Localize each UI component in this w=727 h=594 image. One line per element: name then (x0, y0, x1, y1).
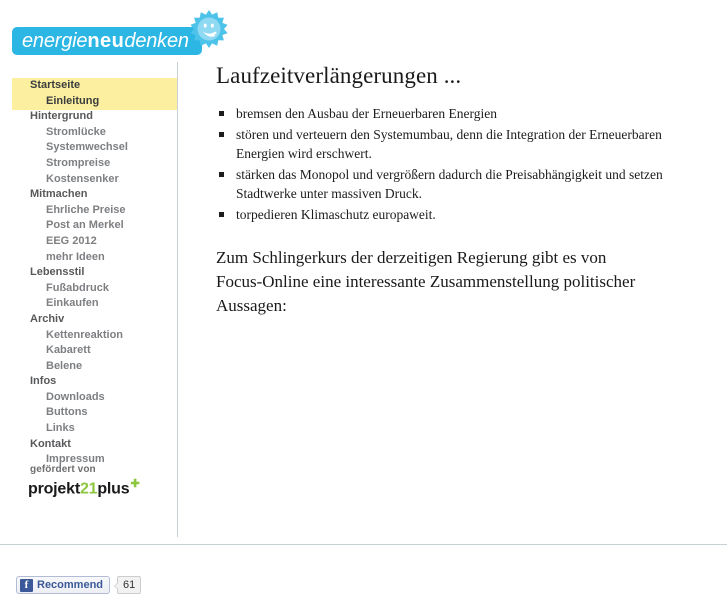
sidebar: Startseite Einleitung Hintergrund Stroml… (0, 62, 178, 594)
logo-word-denken: denken (124, 30, 189, 52)
facebook-recommend-count: 61 (114, 576, 142, 594)
sidebar-nav: Startseite Einleitung Hintergrund Stroml… (0, 78, 177, 468)
sidebar-item-systemwechsel[interactable]: Systemwechsel (0, 140, 177, 156)
logo-word-neu: neu (87, 30, 125, 52)
site-logo[interactable]: energieneudenken (12, 8, 228, 56)
sidebar-item-mitmachen[interactable]: Mitmachen (0, 187, 177, 203)
sidebar-item-kostensenker[interactable]: Kostensenker (0, 172, 177, 188)
sponsor-word-plus: plus (97, 480, 130, 498)
list-item: stärken das Monopol und vergrößern dadur… (216, 165, 676, 203)
list-item: bremsen den Ausbau der Erneuerbaren Ener… (216, 104, 676, 123)
sidebar-item-strompreise[interactable]: Strompreise (0, 156, 177, 172)
sidebar-item-downloads[interactable]: Downloads (0, 390, 177, 406)
sidebar-item-einleitung[interactable]: Einleitung (0, 94, 177, 110)
sponsor-word-projekt: projekt (28, 480, 80, 498)
closing-paragraph: Zum Schlingerkurs der derzeitigen Regier… (216, 248, 636, 315)
sidebar-item-links[interactable]: Links (0, 421, 177, 437)
sidebar-item-kabarett[interactable]: Kabarett (0, 343, 177, 359)
sidebar-item-einkaufen[interactable]: Einkaufen (0, 296, 177, 312)
sidebar-item-lebensstil[interactable]: Lebensstil (0, 265, 177, 281)
logo-word-energie: energie (22, 30, 88, 52)
sidebar-item-belene[interactable]: Belene (0, 359, 177, 375)
logo-wordmark: energieneudenken (22, 29, 189, 53)
sun-smiley-icon (190, 10, 228, 48)
sidebar-item-ehrliche-preise[interactable]: Ehrliche Preise (0, 203, 177, 219)
main-content: Laufzeitverlängerungen ... bremsen den A… (216, 62, 676, 318)
consequences-list: bremsen den Ausbau der Erneuerbaren Ener… (216, 104, 676, 224)
page-root: energieneudenken Startseite Einleitung H… (0, 0, 727, 594)
sidebar-item-mehr-ideen[interactable]: mehr Ideen (0, 250, 177, 266)
facebook-f-icon: f (20, 578, 33, 592)
facebook-recommend-label: Recommend (37, 578, 104, 591)
sidebar-item-eeg-2012[interactable]: EEG 2012 (0, 234, 177, 250)
sidebar-item-infos[interactable]: Infos (0, 374, 177, 390)
sidebar-item-fussabdruck[interactable]: Fußabdruck (0, 281, 177, 297)
facebook-recommend-widget: f Recommend 61 (16, 576, 142, 594)
page-title: Laufzeitverlängerungen ... (216, 63, 462, 88)
sidebar-item-kettenreaktion[interactable]: Kettenreaktion (0, 328, 177, 344)
sidebar-item-post-an-merkel[interactable]: Post an Merkel (0, 218, 177, 234)
sidebar-item-buttons[interactable]: Buttons (0, 405, 177, 421)
circle-plus-icon: ✚ (130, 478, 140, 490)
sidebar-item-archiv[interactable]: Archiv (0, 312, 177, 328)
sidebar-item-stromluecke[interactable]: Stromlücke (0, 125, 177, 141)
sidebar-item-kontakt[interactable]: Kontakt (0, 437, 177, 453)
facebook-recommend-button[interactable]: f Recommend (16, 576, 111, 594)
list-item: torpedieren Klimaschutz europaweit. (216, 205, 676, 224)
sponsor-logo-projekt21plus[interactable]: projekt21plus✚ (28, 478, 140, 498)
list-item: stören und verteuern den Systemumbau, de… (216, 125, 676, 163)
sponsor-word-21: 21 (79, 480, 98, 498)
sidebar-item-hintergrund[interactable]: Hintergrund (0, 109, 177, 125)
sidebar-item-startseite[interactable]: Startseite (0, 78, 177, 94)
sidebar-item-impressum[interactable]: Impressum (0, 452, 177, 468)
